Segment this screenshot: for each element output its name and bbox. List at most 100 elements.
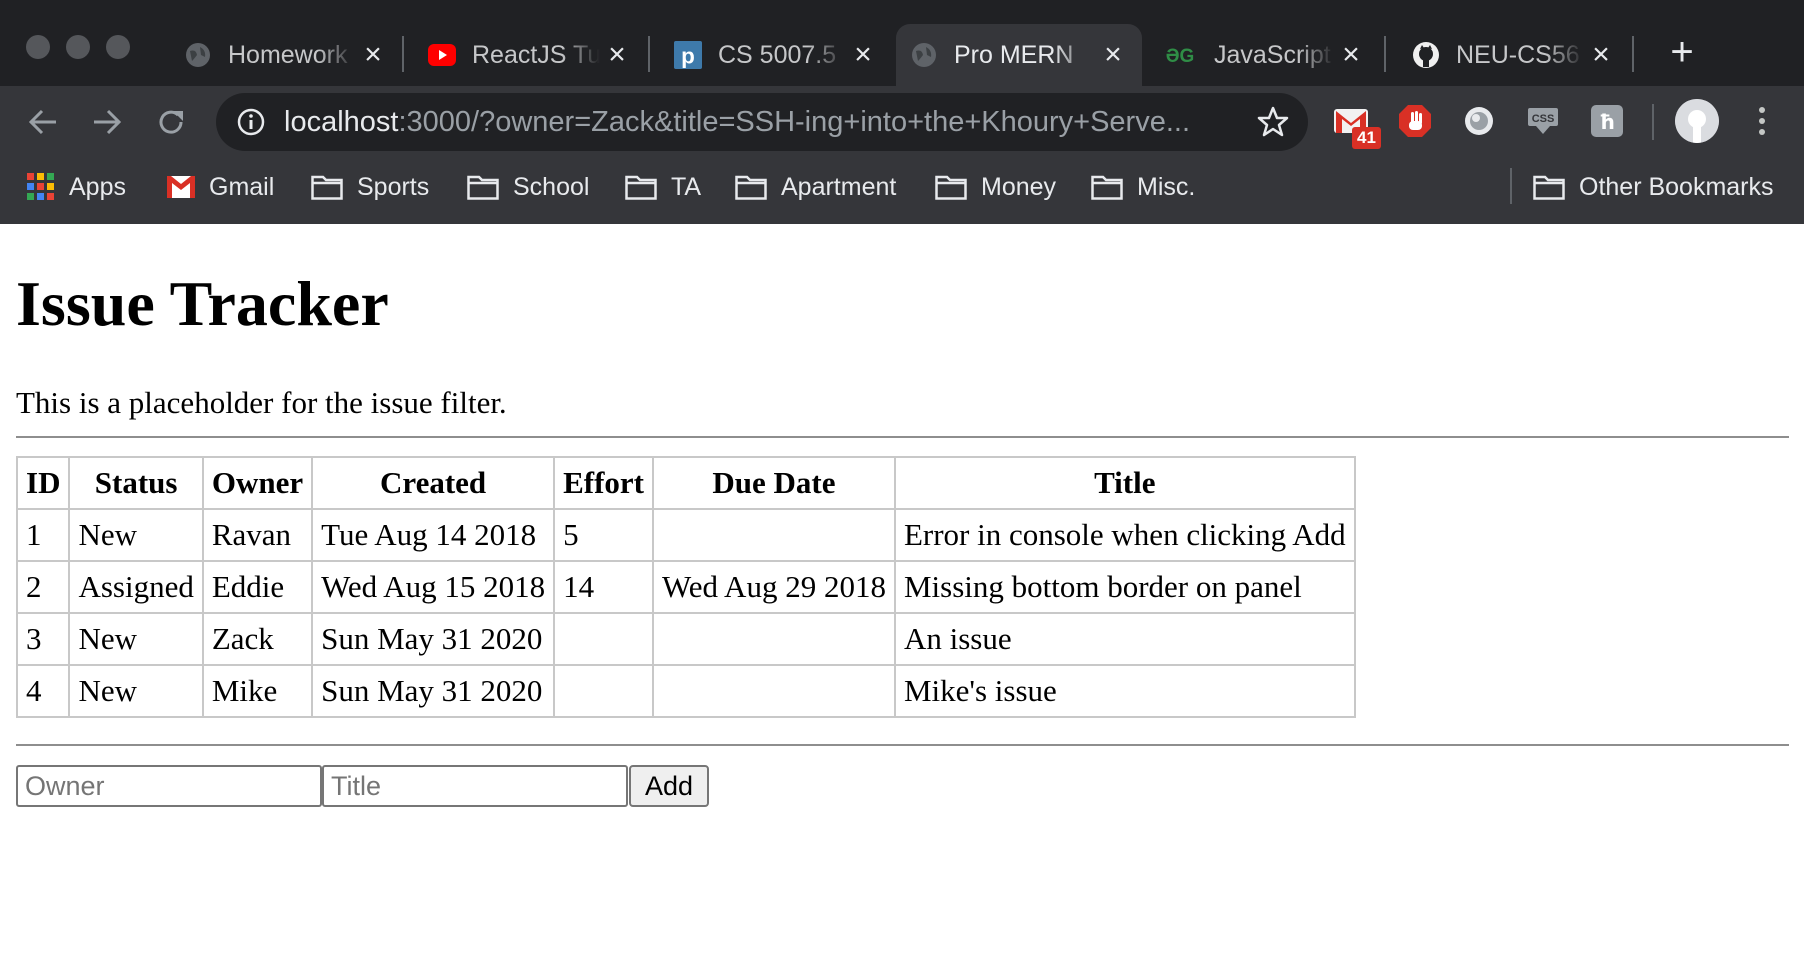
cell-owner: Zack bbox=[201, 612, 314, 666]
youtube-icon bbox=[428, 41, 456, 69]
bookmark-school[interactable]: School bbox=[466, 167, 589, 207]
tab-javascript[interactable]: ƏG JavaScript × bbox=[1148, 24, 1380, 86]
bookmark-money[interactable]: Money bbox=[934, 167, 1056, 207]
bookmark-label: Gmail bbox=[209, 172, 275, 201]
tab-label: ReactJS Tu bbox=[472, 40, 600, 69]
cell-owner: Mike bbox=[201, 664, 314, 718]
bookmark-sports[interactable]: Sports bbox=[310, 167, 429, 207]
folder-icon bbox=[466, 173, 500, 201]
bookmark-gmail[interactable]: Gmail bbox=[166, 167, 274, 207]
tab-close-icon[interactable]: × bbox=[600, 38, 634, 72]
tab-label: Pro MERN bbox=[954, 40, 1074, 69]
column-header-due-date: Due Date bbox=[651, 456, 896, 510]
back-arrow-icon[interactable] bbox=[22, 101, 64, 143]
reload-icon[interactable] bbox=[150, 101, 192, 143]
cell-due-date bbox=[651, 612, 896, 666]
tab-close-icon[interactable]: × bbox=[1096, 38, 1130, 72]
folder-icon bbox=[624, 173, 658, 201]
divider bbox=[16, 744, 1789, 746]
bookmark-misc[interactable]: Misc. bbox=[1090, 167, 1195, 207]
bookmark-apps[interactable]: Apps bbox=[26, 167, 126, 207]
window-minimize-dot[interactable] bbox=[66, 35, 90, 59]
issue-filter-placeholder: This is a placeholder for the issue filt… bbox=[16, 385, 507, 420]
cell-effort bbox=[553, 664, 654, 718]
cell-effort: 14 bbox=[553, 560, 654, 614]
cell-status: Assigned bbox=[68, 560, 204, 614]
cell-title: An issue bbox=[893, 612, 1356, 666]
cell-created: Sun May 31 2020 bbox=[311, 664, 556, 718]
tab-strip: Homework × ReactJS Tu × p CS 5007.5 × Pr… bbox=[0, 0, 1804, 86]
column-header-title: Title bbox=[893, 456, 1356, 510]
cell-created: Tue Aug 14 2018 bbox=[311, 508, 556, 562]
owner-input[interactable] bbox=[16, 765, 322, 807]
folder-icon bbox=[734, 173, 768, 201]
tab-label: NEU-CS56 bbox=[1456, 40, 1580, 69]
add-button[interactable]: Add bbox=[629, 765, 709, 807]
tab-close-icon[interactable]: × bbox=[1584, 38, 1618, 72]
tab-pro-mern[interactable]: Pro MERN × bbox=[896, 24, 1142, 86]
folder-icon bbox=[934, 173, 968, 201]
cell-status: New bbox=[68, 664, 204, 718]
column-header-id: ID bbox=[15, 456, 71, 510]
column-header-created: Created bbox=[311, 456, 556, 510]
piazza-icon: p bbox=[674, 41, 702, 69]
adblock-extension-icon[interactable] bbox=[1398, 104, 1432, 138]
tab-reactjs[interactable]: ReactJS Tu × bbox=[414, 24, 646, 86]
cell-title: Error in console when clicking Add bbox=[893, 508, 1356, 562]
bookmark-ta[interactable]: TA bbox=[624, 167, 701, 207]
cell-due-date bbox=[651, 664, 896, 718]
info-icon[interactable] bbox=[236, 107, 266, 137]
forward-arrow-icon[interactable] bbox=[86, 101, 128, 143]
column-header-status: Status bbox=[68, 456, 204, 510]
tab-neu-cs56[interactable]: NEU-CS56 × bbox=[1398, 24, 1630, 86]
url-text[interactable]: localhost:3000/?owner=Zack&title=SSH-ing… bbox=[284, 105, 1190, 139]
cell-id: 1 bbox=[15, 508, 71, 562]
menu-kebab-icon[interactable] bbox=[1750, 104, 1774, 138]
bookmark-label: Apartment bbox=[781, 172, 897, 201]
hashnode-extension-icon[interactable]: ħ bbox=[1590, 104, 1624, 138]
title-input[interactable] bbox=[322, 765, 628, 807]
cell-title: Missing bottom border on panel bbox=[893, 560, 1356, 614]
tab-label: JavaScript bbox=[1214, 40, 1331, 69]
cell-due-date: Wed Aug 29 2018 bbox=[651, 560, 896, 614]
folder-icon bbox=[1532, 173, 1566, 201]
record-extension-icon[interactable] bbox=[1462, 104, 1496, 138]
new-tab-button[interactable]: + bbox=[1660, 30, 1704, 74]
bookmark-other-bookmarks[interactable]: Other Bookmarks bbox=[1532, 167, 1774, 207]
window-zoom-dot[interactable] bbox=[106, 35, 130, 59]
page-title: Issue Tracker bbox=[16, 268, 389, 339]
profile-avatar-icon[interactable] bbox=[1675, 99, 1719, 143]
bookmark-star-icon[interactable] bbox=[1256, 105, 1290, 139]
github-icon bbox=[1412, 41, 1440, 69]
bookmark-apartment[interactable]: Apartment bbox=[734, 167, 896, 207]
folder-icon bbox=[310, 173, 344, 201]
window-close-dot[interactable] bbox=[26, 35, 50, 59]
folder-icon bbox=[1090, 173, 1124, 201]
geeksforgeeks-icon: ƏG bbox=[1162, 41, 1198, 69]
table-header-row: ID Status Owner Created Effort Due Date … bbox=[15, 456, 1356, 510]
cell-created: Wed Aug 15 2018 bbox=[311, 560, 556, 614]
bookmark-label: Other Bookmarks bbox=[1579, 172, 1774, 201]
css-extension-icon[interactable]: CSS bbox=[1526, 104, 1560, 138]
tab-label: CS 5007.5 bbox=[718, 40, 837, 69]
tab-close-icon[interactable]: × bbox=[356, 38, 390, 72]
table-row: 1 New Ravan Tue Aug 14 2018 5 Error in c… bbox=[15, 508, 1356, 562]
svg-text:ƏG: ƏG bbox=[1166, 46, 1195, 65]
issue-table: ID Status Owner Created Effort Due Date … bbox=[15, 456, 1356, 718]
bookmark-label: Misc. bbox=[1137, 172, 1196, 201]
bookmark-label: Sports bbox=[357, 172, 430, 201]
tab-close-icon[interactable]: × bbox=[846, 38, 880, 72]
svg-text:p: p bbox=[681, 43, 695, 68]
bookmark-label: TA bbox=[671, 172, 702, 201]
address-bar[interactable]: localhost:3000/?owner=Zack&title=SSH-ing… bbox=[216, 93, 1308, 151]
cell-effort bbox=[553, 612, 654, 666]
globe-icon bbox=[910, 41, 938, 69]
cell-title: Mike's issue bbox=[893, 664, 1356, 718]
cell-id: 2 bbox=[15, 560, 71, 614]
cell-status: New bbox=[68, 612, 204, 666]
tab-cs5007[interactable]: p CS 5007.5 × bbox=[660, 24, 892, 86]
tab-close-icon[interactable]: × bbox=[1334, 38, 1368, 72]
bookmark-label: Money bbox=[981, 172, 1057, 201]
mail-count-badge: 41 bbox=[1352, 127, 1381, 149]
tab-homework[interactable]: Homework × bbox=[170, 24, 402, 86]
